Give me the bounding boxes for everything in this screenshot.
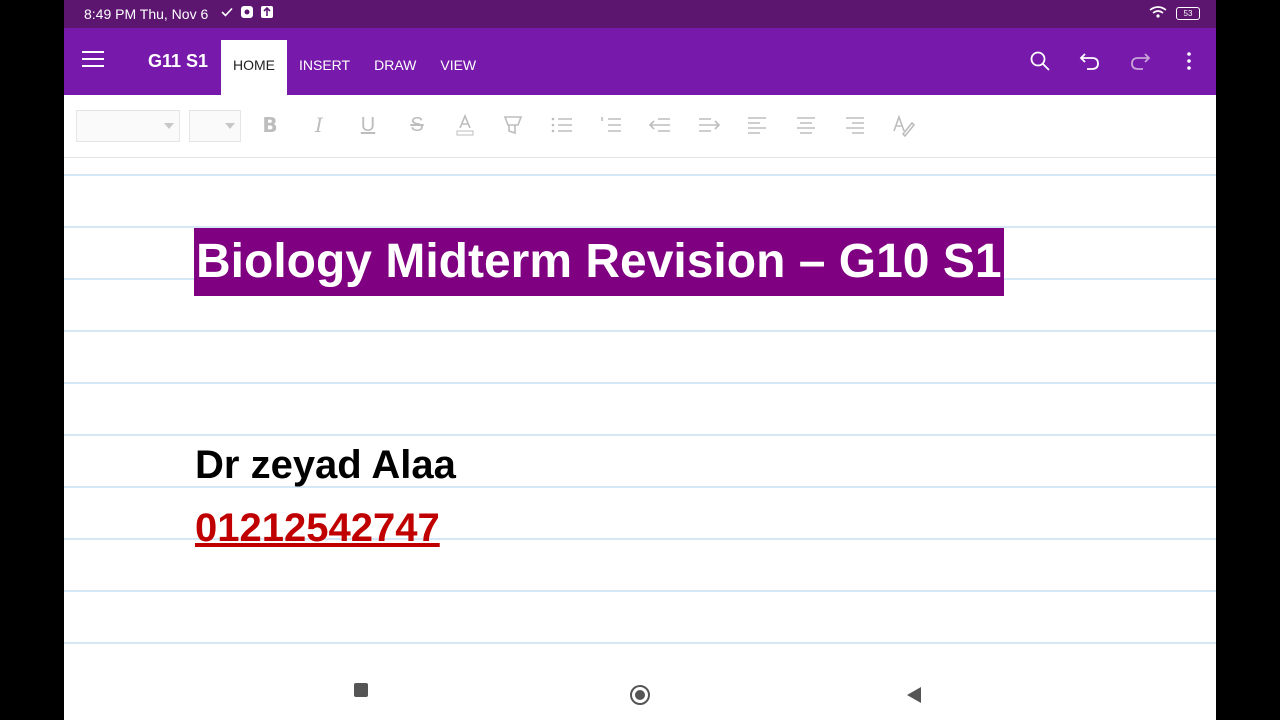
author-name[interactable]: Dr zeyad Alaa xyxy=(195,443,456,488)
bold-icon[interactable]: B xyxy=(258,113,282,137)
check-icon xyxy=(220,5,234,19)
underline-icon[interactable]: U xyxy=(356,113,380,137)
numbered-list-icon[interactable] xyxy=(599,113,623,137)
system-nav-bar xyxy=(64,658,1216,720)
align-left-icon[interactable] xyxy=(745,113,769,137)
align-right-icon[interactable] xyxy=(843,113,867,137)
home-icon[interactable] xyxy=(629,684,651,711)
chevron-down-icon xyxy=(164,123,174,129)
search-icon[interactable] xyxy=(1029,50,1051,72)
notification-icon xyxy=(240,5,254,19)
clear-format-icon[interactable] xyxy=(891,113,916,138)
tablet-screen: 8:49 PM Thu, Nov 6 53 G11 S1 HOME INSERT… xyxy=(64,0,1216,720)
increase-indent-icon[interactable] xyxy=(697,113,721,137)
recents-icon[interactable] xyxy=(353,682,369,703)
battery-icon: 53 xyxy=(1176,7,1200,20)
app-bar: G11 S1 HOME INSERT DRAW VIEW xyxy=(64,28,1216,95)
highlight-icon[interactable] xyxy=(501,113,525,137)
status-bar: 8:49 PM Thu, Nov 6 53 xyxy=(64,0,1216,28)
decrease-indent-icon[interactable] xyxy=(648,113,672,137)
align-center-icon[interactable] xyxy=(794,113,818,137)
menu-icon[interactable] xyxy=(82,50,104,68)
font-size-dropdown[interactable] xyxy=(189,110,241,142)
bullet-list-icon[interactable] xyxy=(550,113,574,137)
notebook-name[interactable]: G11 S1 xyxy=(148,51,208,72)
tab-view[interactable]: VIEW xyxy=(428,40,488,95)
page-title[interactable]: Biology Midterm Revision – G10 S1 xyxy=(194,228,1004,296)
back-icon[interactable] xyxy=(906,686,922,709)
italic-icon[interactable]: I xyxy=(307,113,331,137)
phone-number[interactable]: 01212542747 xyxy=(195,506,440,551)
tab-insert[interactable]: INSERT xyxy=(287,40,362,95)
ribbon-tabs: HOME INSERT DRAW VIEW xyxy=(221,40,488,95)
wifi-icon xyxy=(1148,5,1168,22)
font-family-dropdown[interactable] xyxy=(76,110,180,142)
status-time: 8:49 PM Thu, Nov 6 xyxy=(84,6,209,22)
tab-draw[interactable]: DRAW xyxy=(362,40,428,95)
upload-icon xyxy=(260,5,274,19)
note-page[interactable]: Biology Midterm Revision – G10 S1 Dr zey… xyxy=(64,158,1216,658)
undo-icon[interactable] xyxy=(1079,50,1101,72)
strikethrough-icon[interactable]: S xyxy=(405,113,429,137)
more-vert-icon[interactable] xyxy=(1178,50,1200,72)
chevron-down-icon xyxy=(225,123,235,129)
tab-home[interactable]: HOME xyxy=(221,40,287,95)
redo-icon[interactable] xyxy=(1129,50,1151,72)
font-color-icon[interactable] xyxy=(453,113,477,137)
formatting-toolbar: B I U S xyxy=(64,95,1216,158)
